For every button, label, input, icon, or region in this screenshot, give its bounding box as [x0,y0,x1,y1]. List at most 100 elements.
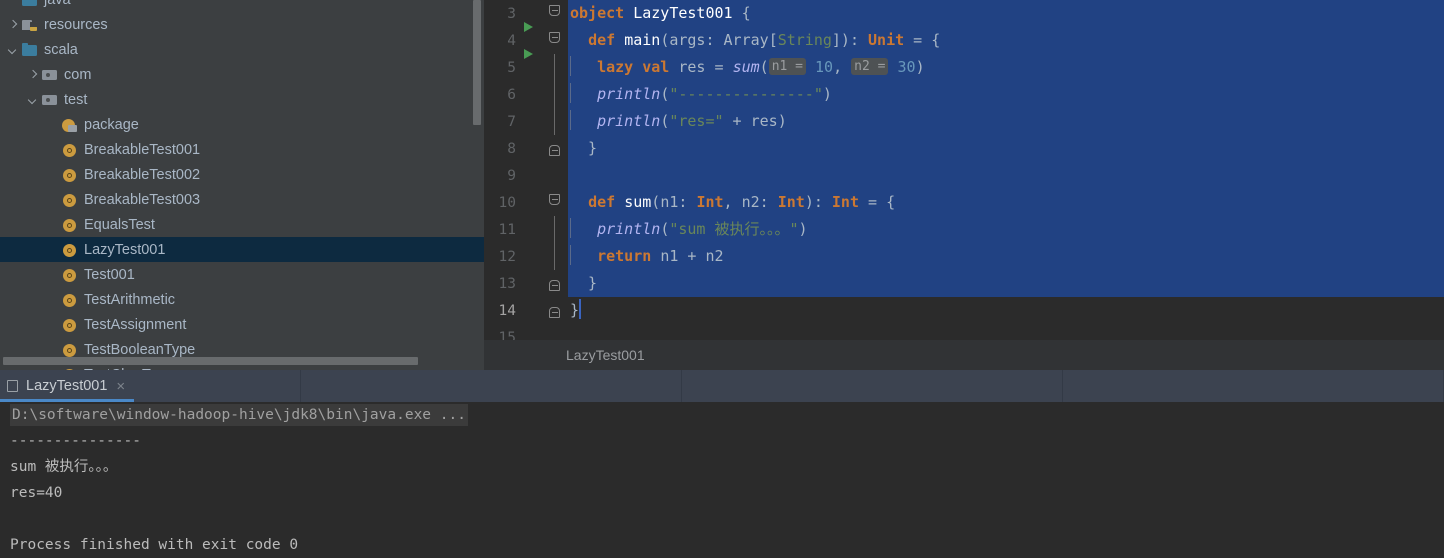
code-text[interactable]: def sum(n1: Int, n2: Int): Int = { [568,189,1444,216]
code-text[interactable]: def main(args: Array[String]): Unit = { [568,27,1444,54]
tree-item-scala[interactable]: scala [0,37,484,62]
code-line-8[interactable]: 8 } [484,135,1444,162]
line-number: 15 [498,329,516,341]
run-tab-lazytest001[interactable]: LazyTest001 × [0,370,300,402]
fold-gutter[interactable] [542,189,568,216]
breadcrumb[interactable]: LazyTest001 [484,340,1444,370]
fold-gutter[interactable] [542,0,568,27]
line-number: 4 [507,32,516,49]
tree-item-breakabletest002[interactable]: BreakableTest002 [0,162,484,187]
fold-end-icon[interactable] [549,145,560,156]
project-tool-window[interactable]: java resources scala com test package Breakabl… [0,0,484,370]
scala-object-icon [62,217,78,233]
fold-gutter[interactable] [542,297,568,324]
tree-item-testarithmetic[interactable]: TestArithmetic [0,287,484,312]
tree-item-testassignment[interactable]: TestAssignment [0,312,484,337]
code-line-9[interactable]: 9 [484,162,1444,189]
tree-item-label: BreakableTest002 [84,166,201,183]
fold-gutter[interactable] [542,135,568,162]
fold-gutter[interactable] [542,243,568,270]
chevron-down-icon[interactable] [6,43,19,56]
code-lines[interactable]: 3 object LazyTest001 {4 def main(args: Ar… [484,0,1444,340]
source-folder-icon [22,42,38,58]
code-editor[interactable]: 3 object LazyTest001 {4 def main(args: Ar… [484,0,1444,340]
code-line-5[interactable]: 5 lazy val res = sum(n1 = 10, n2 = 30) [484,54,1444,81]
code-line-15[interactable]: 15 [484,324,1444,341]
fold-end-icon[interactable] [549,280,560,291]
tree-item-breakabletest001[interactable]: BreakableTest001 [0,137,484,162]
fold-collapse-icon[interactable] [549,32,560,43]
sidebar-vertical-scrollbar-thumb[interactable] [473,0,481,125]
fold-collapse-icon[interactable] [549,5,560,16]
fold-end-icon[interactable] [549,307,560,318]
console-line: D:\software\window-hadoop-hive\jdk8\bin\… [0,402,1444,428]
tree-item-label: com [64,66,92,83]
tab-slot-3[interactable] [1063,370,1443,402]
code-text[interactable]: } [568,135,1444,162]
tree-item-resources[interactable]: resources [0,12,484,37]
code-line-4[interactable]: 4 def main(args: Array[String]): Unit = … [484,27,1444,59]
line-number: 6 [507,86,516,103]
code-text[interactable]: } [568,297,1444,324]
tab-slot-1[interactable] [301,370,681,402]
tree-item-test001[interactable]: Test001 [0,262,484,287]
run-tab-label: LazyTest001 [26,378,108,394]
code-line-12[interactable]: 12 return n1 + n2 [484,243,1444,270]
line-number: 3 [507,5,516,22]
line-number: 12 [498,248,516,265]
code-line-7[interactable]: 7 println("res=" + res) [484,108,1444,135]
line-number: 5 [507,59,516,76]
line-number: 14 [498,302,516,319]
run-tab-bar[interactable]: LazyTest001 × [0,370,1444,402]
fold-collapse-icon[interactable] [549,194,560,205]
code-text[interactable]: } [568,270,1444,297]
line-number: 11 [498,221,516,238]
run-console[interactable]: D:\software\window-hadoop-hive\jdk8\bin\… [0,402,1444,558]
code-text[interactable] [568,324,1444,340]
tree-item-java[interactable]: java [0,0,484,12]
line-number: 10 [498,194,516,211]
tree-item-test[interactable]: test [0,87,484,112]
scala-object-icon [62,292,78,308]
line-number: 13 [498,275,516,292]
tree-item-equalstest[interactable]: EqualsTest [0,212,484,237]
code-text[interactable]: lazy val res = sum(n1 = 10, n2 = 30) [568,54,1444,81]
fold-gutter[interactable] [542,54,568,81]
tree-item-com[interactable]: com [0,62,484,87]
fold-gutter[interactable] [542,27,568,54]
console-command-line: D:\software\window-hadoop-hive\jdk8\bin\… [10,404,468,426]
fold-region-line [554,108,555,135]
code-line-6[interactable]: 6 println("---------------") [484,81,1444,108]
close-icon[interactable]: × [116,379,125,394]
resources-folder-icon [22,17,38,33]
scala-object-icon [62,242,78,258]
fold-gutter[interactable] [542,81,568,108]
tree-item-lazytest001[interactable]: LazyTest001 [0,237,484,262]
code-line-13[interactable]: 13 } [484,270,1444,297]
chevron-down-icon[interactable] [26,93,39,106]
tree-item-package[interactable]: package [0,112,484,137]
code-text[interactable]: println("res=" + res) [568,108,1444,135]
code-line-14[interactable]: 14} [484,297,1444,324]
chevron-right-icon[interactable] [6,18,19,31]
code-line-11[interactable]: 11 println("sum 被执行。。。") [484,216,1444,243]
fold-gutter[interactable] [542,270,568,297]
fold-gutter[interactable] [542,216,568,243]
chevron-right-icon[interactable] [26,68,39,81]
code-line-10[interactable]: 10 def sum(n1: Int, n2: Int): Int = { [484,189,1444,216]
code-text[interactable]: println("---------------") [568,81,1444,108]
tree-item-breakabletest003[interactable]: BreakableTest003 [0,187,484,212]
code-text[interactable] [568,162,1444,189]
sidebar-horizontal-scrollbar-thumb[interactable] [3,357,418,365]
tab-slot-2[interactable] [682,370,1062,402]
fold-region-line [554,243,555,270]
code-text[interactable]: object LazyTest001 { [568,0,1444,27]
code-text[interactable]: return n1 + n2 [568,243,1444,270]
code-text[interactable]: println("sum 被执行。。。") [568,216,1444,243]
project-tree[interactable]: java resources scala com test package Breakabl… [0,0,484,370]
fold-gutter[interactable] [542,108,568,135]
code-line-3[interactable]: 3 object LazyTest001 { [484,0,1444,32]
